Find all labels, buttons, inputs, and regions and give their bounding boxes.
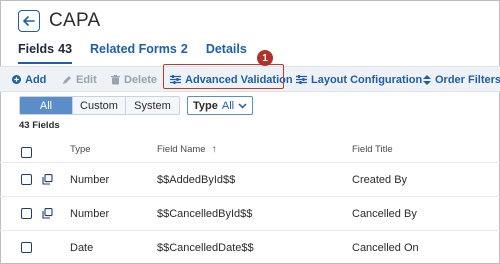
tab-fields-count: 43 (58, 42, 73, 56)
row-field-title: Created By (352, 173, 408, 186)
row-checkbox[interactable] (21, 197, 32, 230)
copy-icon[interactable] (42, 197, 53, 230)
highlight-box (163, 64, 284, 89)
row-type: Number (70, 207, 110, 220)
tab-fields-label: Fields (18, 42, 55, 56)
fields-table: Type Field Name ↑ Field Title Number $$A… (0, 136, 500, 264)
column-header-field-name[interactable]: Field Name ↑ (157, 136, 217, 162)
segment-system[interactable]: System (126, 97, 179, 114)
order-filters-button[interactable]: Order Filters (423, 67, 500, 92)
row-field-title: Cancelled On (352, 241, 419, 254)
plus-circle-icon (12, 75, 21, 84)
add-button[interactable]: Add (12, 67, 46, 92)
segment-custom[interactable]: Custom (73, 97, 126, 114)
table-row[interactable]: Number $$CancelledById$$ Cancelled By (0, 196, 500, 230)
type-dropdown[interactable]: Type All (187, 96, 254, 115)
table-row[interactable]: Date $$CancelledDate$$ Cancelled On (0, 230, 500, 264)
type-dropdown-value: All (221, 99, 235, 112)
step-badge: 1 (257, 50, 273, 66)
row-checkbox[interactable] (21, 163, 32, 196)
column-header-field-name-label: Field Name (157, 143, 206, 155)
edit-label: Edit (76, 73, 97, 86)
tab-fields[interactable]: Fields 43 (18, 42, 73, 64)
tab-related-forms[interactable]: Related Forms 2 (90, 42, 188, 64)
column-header-field-title[interactable]: Field Title (352, 136, 393, 162)
row-field-title: Cancelled By (352, 207, 417, 220)
row-field-name: $$CancelledDate$$ (157, 241, 254, 254)
table-header: Type Field Name ↑ Field Title (0, 136, 500, 162)
tab-details[interactable]: Details (206, 42, 247, 64)
tab-bar: Fields 43 Related Forms 2 Details (18, 42, 265, 64)
row-field-name: $$CancelledById$$ (157, 207, 253, 220)
trash-icon (111, 74, 120, 84)
segment-all[interactable]: All (20, 97, 73, 114)
scope-segmented-control: All Custom System (19, 96, 180, 115)
field-count: 43 Fields (19, 120, 60, 131)
filter-bar: All Custom System Type All (19, 96, 254, 115)
arrow-left-icon (23, 16, 35, 26)
pencil-icon (63, 75, 71, 84)
sort-icon (423, 74, 431, 85)
row-type: Number (70, 173, 110, 186)
copy-icon[interactable] (42, 163, 53, 196)
layout-configuration-label: Layout Configuration (311, 73, 423, 86)
row-field-name: $$AddedById$$ (157, 173, 236, 186)
column-header-type[interactable]: Type (70, 136, 91, 162)
page-title: CAPA (49, 10, 101, 31)
sort-ascending-icon: ↑ (211, 143, 217, 155)
type-dropdown-label: Type (193, 99, 218, 112)
row-checkbox[interactable] (21, 231, 32, 264)
tab-related-forms-count: 2 (180, 42, 188, 56)
chevron-down-icon (238, 102, 247, 109)
add-label: Add (25, 73, 47, 86)
tab-related-forms-label: Related Forms (90, 42, 177, 56)
row-type: Date (70, 241, 94, 254)
page-header: CAPA (18, 10, 101, 32)
table-row[interactable]: Number $$AddedById$$ Created By (0, 162, 500, 196)
tab-details-label: Details (205, 42, 247, 56)
order-filters-label: Order Filters (435, 73, 500, 86)
back-button[interactable] (18, 10, 40, 32)
sliders-icon (296, 75, 307, 84)
delete-label: Delete (124, 73, 158, 86)
edit-button[interactable]: Edit (62, 67, 97, 92)
delete-button[interactable]: Delete (111, 67, 157, 92)
layout-configuration-button[interactable]: Layout Configuration (296, 67, 422, 92)
